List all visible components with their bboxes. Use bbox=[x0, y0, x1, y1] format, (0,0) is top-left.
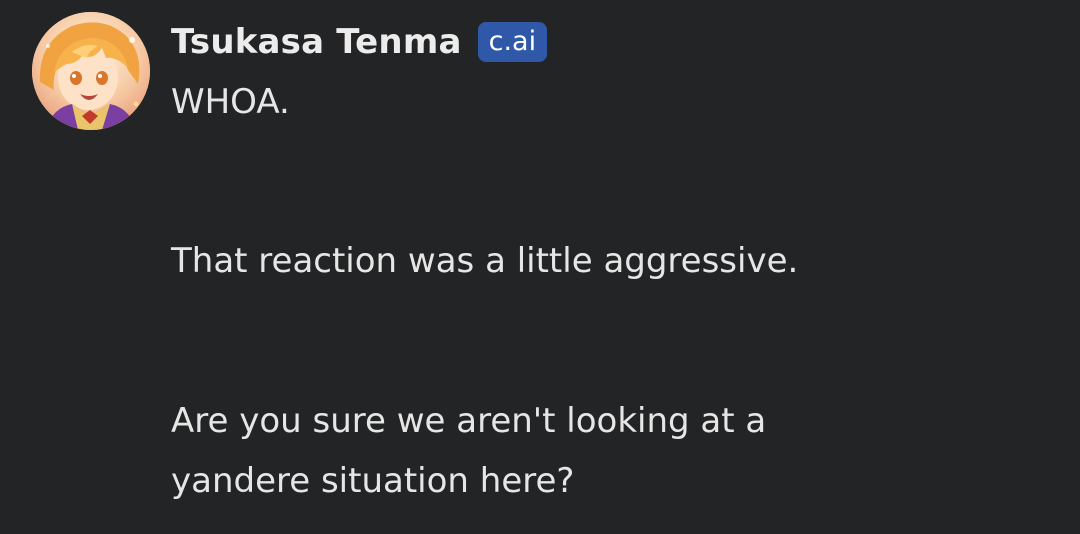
chat-message: Tsukasa Tenma c.ai WHOA. That reaction w… bbox=[0, 0, 1080, 534]
message-header: Tsukasa Tenma c.ai bbox=[171, 18, 548, 66]
message-line: yandere situation here? bbox=[171, 461, 575, 501]
avatar[interactable] bbox=[32, 12, 150, 130]
message-line: Are you sure we aren't looking at a bbox=[171, 401, 767, 441]
character-avatar-icon bbox=[32, 12, 150, 130]
message-line: WHOA. bbox=[171, 82, 290, 122]
message-line: That reaction was a little aggressive. bbox=[171, 241, 799, 281]
cai-badge: c.ai bbox=[477, 22, 548, 62]
author-name[interactable]: Tsukasa Tenma bbox=[171, 18, 462, 66]
